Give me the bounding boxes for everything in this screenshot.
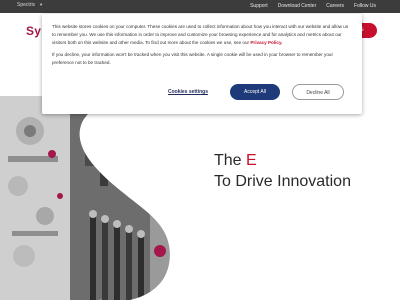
- cookie-text-decline: If you decline, your information won't b…: [52, 52, 333, 65]
- follow-us-link[interactable]: Follow Us: [354, 3, 376, 9]
- download-center-link[interactable]: Download Center: [278, 3, 317, 9]
- hero-section: The E To Drive Innovation: [0, 96, 400, 300]
- cookie-text-main: This website stores cookies on your comp…: [52, 23, 352, 47]
- machinery-s-graphic: [0, 96, 230, 300]
- hero-headline: The E To Drive Innovation: [214, 152, 351, 191]
- hero-line-1-accent: E: [246, 152, 257, 169]
- top-utility-bar: Spectris ▼ Support Download Center Career…: [0, 0, 400, 13]
- hero-line-1-prefix: The: [214, 152, 247, 169]
- decline-all-button[interactable]: Decline All: [292, 84, 344, 100]
- spectris-label: Spectris: [17, 2, 36, 8]
- cookies-settings-link[interactable]: Cookies settings: [168, 89, 208, 95]
- cookie-actions: Cookies settings Accept All Decline All: [168, 84, 344, 100]
- cookie-consent-banner: This website stores cookies on your comp…: [42, 14, 362, 114]
- spectris-dropdown[interactable]: Spectris ▼: [17, 2, 43, 8]
- chevron-down-icon: ▼: [39, 2, 44, 7]
- careers-link[interactable]: Careers: [326, 3, 344, 9]
- privacy-policy-link[interactable]: Privacy Policy.: [250, 40, 282, 45]
- support-link[interactable]: Support: [250, 3, 268, 9]
- hero-line-2: To Drive Innovation: [214, 173, 351, 190]
- cookie-text-body: This website stores cookies on your comp…: [52, 24, 349, 45]
- hero-line-1: The E: [214, 152, 351, 170]
- accept-all-button[interactable]: Accept All: [230, 84, 280, 100]
- utility-links: Support Download Center Careers Follow U…: [250, 3, 376, 9]
